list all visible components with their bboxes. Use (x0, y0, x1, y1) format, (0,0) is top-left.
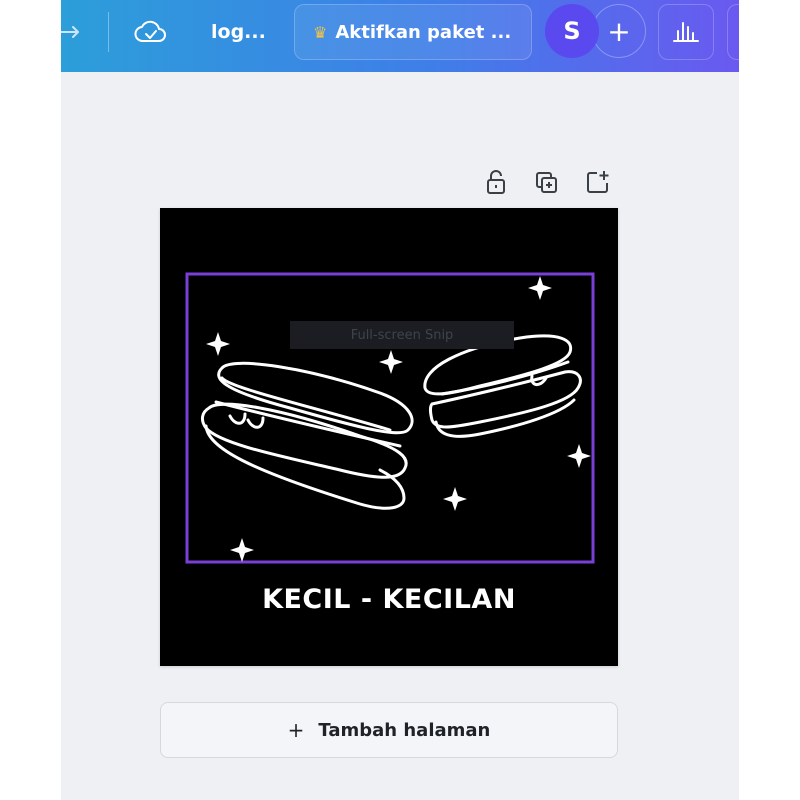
duplicate-page-icon[interactable] (532, 168, 562, 198)
add-page-button[interactable]: + Tambah halaman (160, 702, 618, 758)
bar-chart-icon (671, 17, 701, 47)
purple-frame (185, 272, 595, 564)
screen-snip-overlay: Full-screen Snip (290, 321, 514, 349)
user-avatar[interactable]: S (545, 4, 599, 58)
upgrade-plan-button[interactable]: ♛ Aktifkan paket ... (294, 4, 532, 60)
add-page-icon[interactable] (583, 167, 613, 197)
insights-button[interactable] (658, 4, 714, 60)
add-page-label: Tambah halaman (318, 719, 491, 741)
design-headline[interactable]: KECIL - KECILAN (160, 584, 618, 615)
add-collaborator-button[interactable]: + (592, 4, 646, 58)
document-title[interactable]: log... (211, 18, 266, 46)
share-arrow-icon[interactable] (61, 16, 85, 48)
cloud-check-icon[interactable] (133, 16, 169, 48)
unlock-icon[interactable] (481, 167, 511, 197)
right-burger-icon (423, 334, 582, 438)
editor-workspace: log... ♛ Aktifkan paket ... + S Full-scr… (61, 0, 739, 800)
left-burger-icon (200, 361, 414, 510)
top-bar: log... ♛ Aktifkan paket ... + S (61, 0, 739, 72)
share-button[interactable] (727, 4, 739, 60)
toolbar-divider (108, 12, 109, 52)
crown-icon: ♛ (313, 22, 328, 42)
upgrade-plan-label: Aktifkan paket ... (335, 21, 512, 43)
plus-icon: + (287, 718, 305, 742)
design-canvas[interactable]: Full-screen Snip KECIL - KECILAN (160, 208, 618, 666)
